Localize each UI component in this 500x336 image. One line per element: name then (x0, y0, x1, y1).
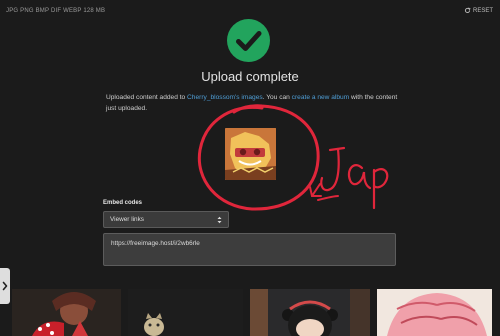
expand-sidebar-button[interactable] (0, 268, 10, 304)
embed-codes-label: Embed codes (103, 200, 143, 206)
checkmark-circle-icon (227, 19, 270, 62)
upload-complete-title: Upload complete (201, 69, 299, 84)
gallery-image-3[interactable] (250, 289, 370, 336)
uploaded-image-thumbnail[interactable] (225, 128, 276, 180)
reset-icon (464, 7, 471, 14)
reset-button[interactable]: RESET (464, 7, 493, 14)
embed-type-select[interactable]: Viewer links (103, 211, 229, 228)
gallery-image-2[interactable] (128, 289, 243, 336)
album-link[interactable]: Cherry_blossom's images (187, 94, 263, 101)
message-text-2: . You can (262, 94, 292, 101)
reset-label: RESET (472, 7, 493, 14)
embed-code-textarea[interactable]: https://freeimage.host/i/2wb6rle (103, 233, 396, 266)
allowed-formats-text: JPG PNG BMP DIF WEBP 128 MB (6, 8, 106, 14)
gallery-image-1[interactable] (12, 289, 121, 336)
upload-message: Uploaded content added to Cherry_blossom… (106, 92, 406, 114)
upload-complete-page: JPG PNG BMP DIF WEBP 128 MB RESET Upload… (0, 0, 500, 336)
select-arrows-icon (217, 216, 222, 224)
create-album-link[interactable]: create a new album (292, 94, 350, 101)
gallery-image-4[interactable] (377, 289, 492, 336)
message-text-1: Uploaded content added to (106, 94, 188, 101)
embed-type-value: Viewer links (110, 216, 144, 223)
chevron-right-icon (2, 281, 8, 291)
